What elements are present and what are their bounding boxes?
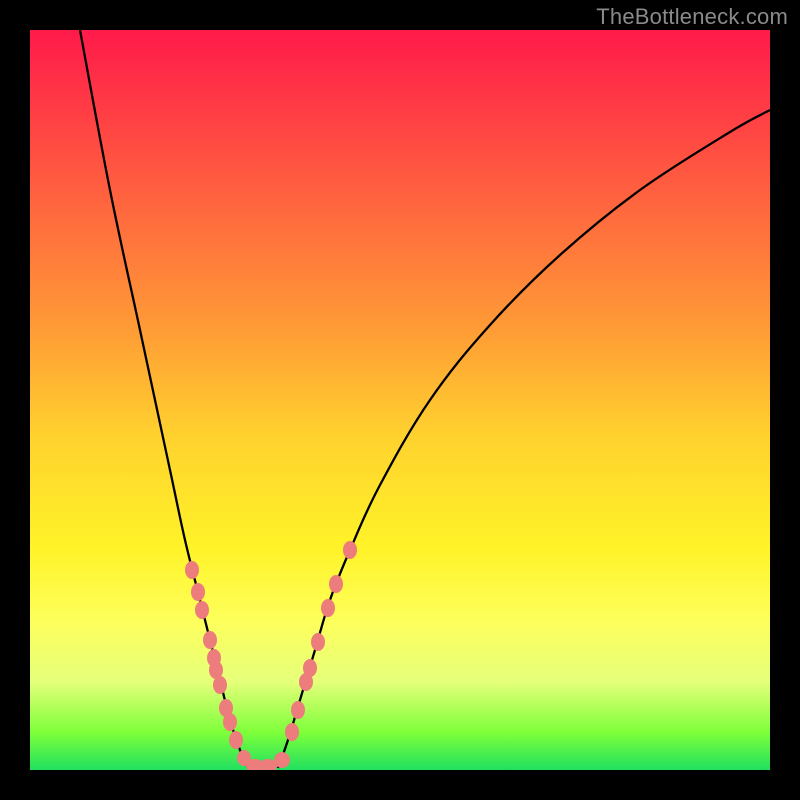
data-marker [321, 599, 335, 617]
data-marker [274, 752, 290, 768]
data-marker [291, 701, 305, 719]
bottleneck-curve-chart [30, 30, 770, 770]
data-marker [223, 713, 237, 731]
data-marker [185, 561, 199, 579]
data-marker [343, 541, 357, 559]
data-marker [303, 659, 317, 677]
data-marker [191, 583, 205, 601]
chart-plot-area [30, 30, 770, 770]
curve-left-branch [80, 30, 248, 768]
data-marker [213, 676, 227, 694]
data-marker [329, 575, 343, 593]
curve-right-branch [278, 110, 770, 768]
data-marker [311, 633, 325, 651]
data-marker [229, 731, 243, 749]
data-marker [285, 723, 299, 741]
data-marker [203, 631, 217, 649]
watermark-text: TheBottleneck.com [596, 4, 788, 30]
data-marker [195, 601, 209, 619]
data-markers-group [185, 541, 357, 770]
curve-group [80, 30, 770, 768]
